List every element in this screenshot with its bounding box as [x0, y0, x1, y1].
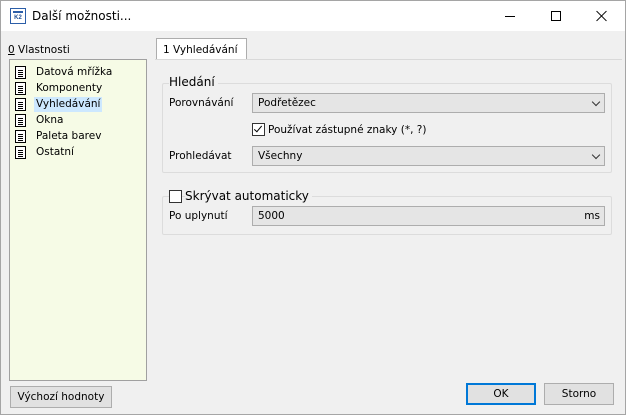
title-bar[interactable]: K2 Další možnosti...: [1, 1, 625, 31]
properties-hotkey: 0: [8, 44, 15, 56]
minimize-button[interactable]: [487, 1, 533, 31]
defaults-button[interactable]: Výchozí hodnoty: [10, 386, 112, 408]
autohide-after-input[interactable]: 5000 ms: [252, 206, 605, 226]
tree-item-label: Ostatní: [36, 145, 74, 158]
wildcards-label[interactable]: Používat zástupné znaky (*, ?): [268, 124, 426, 136]
properties-label-text: Vlastnosti: [14, 44, 70, 56]
close-button[interactable]: [579, 1, 625, 31]
maximize-button[interactable]: [533, 1, 579, 31]
compare-label: Porovnávání: [169, 97, 234, 109]
tree-item-vyhledavani[interactable]: Vyhledávání: [15, 96, 105, 112]
cancel-button[interactable]: Storno: [544, 383, 614, 405]
document-icon: [15, 113, 26, 127]
tree-item-ostatni[interactable]: Ostatní: [15, 144, 79, 160]
tab-vyhledavani[interactable]: 1 Vyhledávání: [156, 38, 247, 60]
options-dialog: K2 Další možnosti... 0 Vlastnosti Datová…: [0, 0, 626, 415]
document-icon: [15, 145, 26, 159]
tree-item-label: Vyhledávání: [34, 96, 103, 112]
autohide-group-title[interactable]: Skrývat automaticky: [185, 189, 312, 203]
chevron-down-icon: [591, 97, 601, 107]
wildcards-checkbox[interactable]: [252, 123, 265, 136]
search-in-select[interactable]: Všechny: [252, 146, 605, 166]
search-group-title: Hledání: [169, 75, 218, 89]
ok-button[interactable]: OK: [466, 383, 536, 405]
document-icon: [15, 97, 26, 111]
tree-item-okna[interactable]: Okna: [15, 112, 68, 128]
tree-item-label: Komponenty: [36, 81, 103, 94]
tree-item-datova-mrizka[interactable]: Datová mřížka: [15, 64, 117, 80]
compare-select-value: Podřetězec: [258, 97, 316, 109]
autohide-after-value: 5000: [258, 210, 285, 222]
compare-select[interactable]: Podřetězec: [252, 93, 605, 113]
tree-item-komponenty[interactable]: Komponenty: [15, 80, 107, 96]
properties-tree[interactable]: Datová mřížka Komponenty Vyhledávání Okn…: [9, 59, 147, 381]
document-icon: [15, 65, 26, 79]
window-title: Další možnosti...: [32, 9, 132, 23]
app-icon-text: K2: [14, 15, 22, 21]
tree-item-label: Datová mřížka: [36, 65, 113, 78]
chevron-down-icon: [591, 150, 601, 160]
tree-item-paleta-barev[interactable]: Paleta barev: [15, 128, 106, 144]
document-icon: [15, 81, 26, 95]
k2-app-icon: K2: [10, 8, 26, 24]
tree-item-label: Paleta barev: [36, 129, 102, 142]
properties-label: 0 Vlastnosti: [8, 44, 70, 56]
autohide-unit: ms: [584, 210, 600, 222]
maximize-icon: [551, 11, 561, 21]
close-icon: [596, 10, 608, 22]
document-icon: [15, 129, 26, 143]
search-in-label: Prohledávat: [169, 150, 232, 162]
tree-item-label: Okna: [36, 113, 64, 126]
autohide-after-label: Po uplynutí: [169, 210, 228, 222]
autohide-checkbox[interactable]: [169, 190, 182, 203]
tab-panel-border: [155, 59, 622, 60]
search-in-select-value: Všechny: [258, 150, 303, 162]
checkmark-icon: [253, 123, 263, 133]
minimize-icon: [505, 15, 515, 17]
